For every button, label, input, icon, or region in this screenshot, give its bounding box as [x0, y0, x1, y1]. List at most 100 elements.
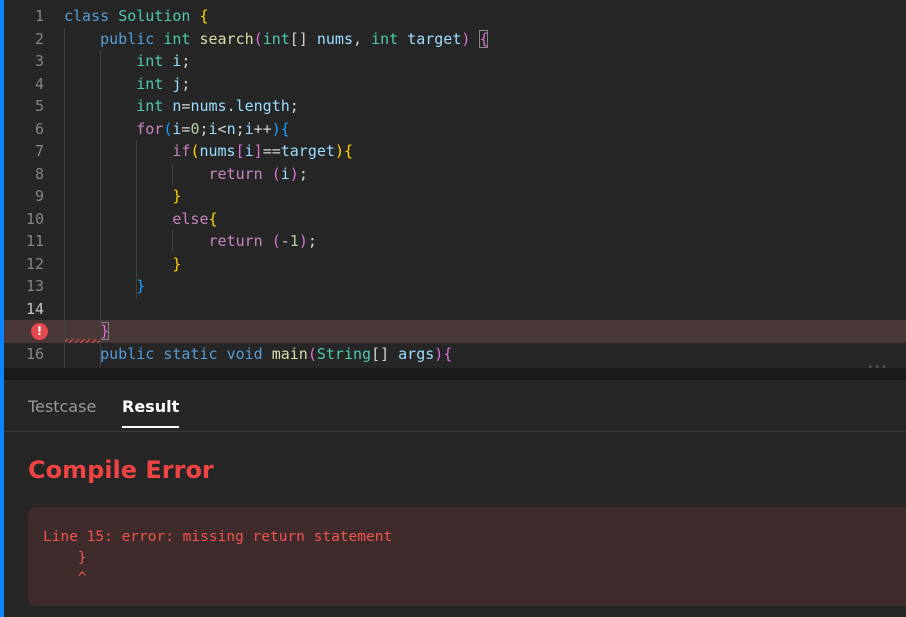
code-line[interactable]: 5 int n=nums.length; [4, 95, 906, 118]
error-icon[interactable]: ! [31, 323, 48, 340]
code-text: else{ [64, 208, 217, 231]
code-token: { [479, 29, 489, 48]
code-token: int [371, 29, 408, 48]
code-token: int [262, 29, 290, 48]
code-text: int i; [64, 50, 190, 73]
code-token: Solution [118, 7, 200, 25]
code-token: ) [298, 232, 308, 250]
code-token: int [136, 52, 173, 70]
code-token: 1 [289, 232, 299, 250]
code-token: ++ [253, 119, 272, 138]
code-line[interactable]: 7 if(nums[i]==target){ [4, 140, 906, 163]
code-token: main [271, 344, 308, 363]
line-number: 1 [34, 7, 44, 25]
code-token: target [407, 29, 462, 48]
code-token: length [235, 97, 290, 115]
line-number: 6 [34, 119, 44, 138]
code-text: public static void main(String[] args){ [64, 343, 452, 366]
code-line[interactable]: 3 int i; [4, 50, 906, 73]
code-token: == [262, 142, 281, 160]
line-number: 14 [25, 299, 44, 318]
code-token: ; [181, 52, 191, 70]
result-tabs: Testcase Result [4, 380, 906, 432]
line-number: 12 [25, 254, 44, 273]
indent-guide [172, 230, 174, 253]
code-line[interactable]: 1 class Solution { [4, 5, 906, 28]
line-number: 2 [34, 29, 44, 48]
code-token: ( [307, 344, 317, 363]
code-token: } [100, 322, 110, 340]
code-line-error[interactable]: ! } [4, 320, 906, 343]
code-line[interactable]: 13 } [4, 275, 906, 298]
code-token: ) [461, 29, 480, 48]
code-token: < [217, 119, 227, 138]
code-token: args [398, 344, 435, 363]
code-token: ; [235, 119, 245, 138]
indent-guide [136, 140, 138, 298]
code-token: } [172, 254, 182, 273]
code-token: int [136, 97, 173, 115]
code-line[interactable]: 12 } [4, 253, 906, 276]
line-number: 4 [34, 74, 44, 93]
code-line[interactable]: 9 } [4, 185, 906, 208]
code-token: { [280, 119, 290, 138]
indent-guide [64, 27, 65, 368]
code-token: void [226, 344, 272, 363]
code-token: n [226, 119, 236, 138]
code-line[interactable]: 6 for(i=0;i<n;i++){ [4, 118, 906, 141]
code-token: if [172, 142, 191, 160]
tab-testcase[interactable]: Testcase [28, 397, 96, 417]
code-token: else [172, 209, 209, 228]
code-text: return (-1); [64, 230, 317, 253]
code-text: if(nums[i]==target){ [64, 140, 353, 163]
code-token: ( [271, 232, 281, 250]
indent-guide [100, 50, 102, 368]
code-token: ; [181, 74, 191, 93]
code-line[interactable]: 16 public static void main(String[] args… [4, 343, 906, 366]
code-line[interactable]: 14 [4, 298, 906, 321]
code-text: } [64, 253, 181, 276]
code-token: for [136, 119, 164, 138]
code-token: target [280, 142, 335, 160]
code-token: public [100, 344, 164, 363]
panel-resize-handle[interactable]: ••• [4, 362, 906, 380]
line-number: 16 [25, 344, 44, 363]
line-number: 10 [25, 209, 44, 228]
code-token: static [163, 344, 227, 363]
code-line[interactable]: 10 else{ [4, 208, 906, 231]
code-text: class Solution { [64, 5, 209, 28]
code-token: search [199, 29, 254, 48]
line-number: 13 [25, 277, 44, 295]
code-token: } [136, 277, 146, 295]
code-token: int [136, 74, 173, 93]
code-text: int j; [64, 73, 190, 96]
code-token: [] [289, 29, 317, 48]
code-text: for(i=0;i<n;i++){ [64, 118, 290, 141]
code-text: } [64, 275, 145, 298]
code-token: class [64, 7, 119, 25]
code-token: String [316, 344, 372, 363]
tab-result[interactable]: Result [122, 397, 180, 428]
code-token: [] [371, 344, 399, 363]
code-line[interactable]: 8 return (i); [4, 163, 906, 186]
line-number: 5 [34, 97, 44, 115]
line-number: 11 [25, 232, 44, 250]
compile-error-message: Line 15: error: missing return statement… [28, 507, 906, 606]
drag-handle-icon[interactable]: ••• [867, 362, 888, 373]
code-token: return [208, 164, 272, 183]
code-line[interactable]: 11 return (-1); [4, 230, 906, 253]
code-token: ; [298, 164, 308, 183]
code-line[interactable]: 2 public int search(int[] nums, int targ… [4, 28, 906, 51]
code-token: , [353, 29, 372, 48]
code-token: ) [334, 142, 344, 160]
code-editor[interactable]: 1 class Solution {2 public int search(int… [4, 0, 906, 368]
code-line[interactable]: 4 int j; [4, 73, 906, 96]
code-text: public int search(int[] nums, int target… [64, 28, 489, 51]
line-number: 3 [34, 52, 44, 70]
